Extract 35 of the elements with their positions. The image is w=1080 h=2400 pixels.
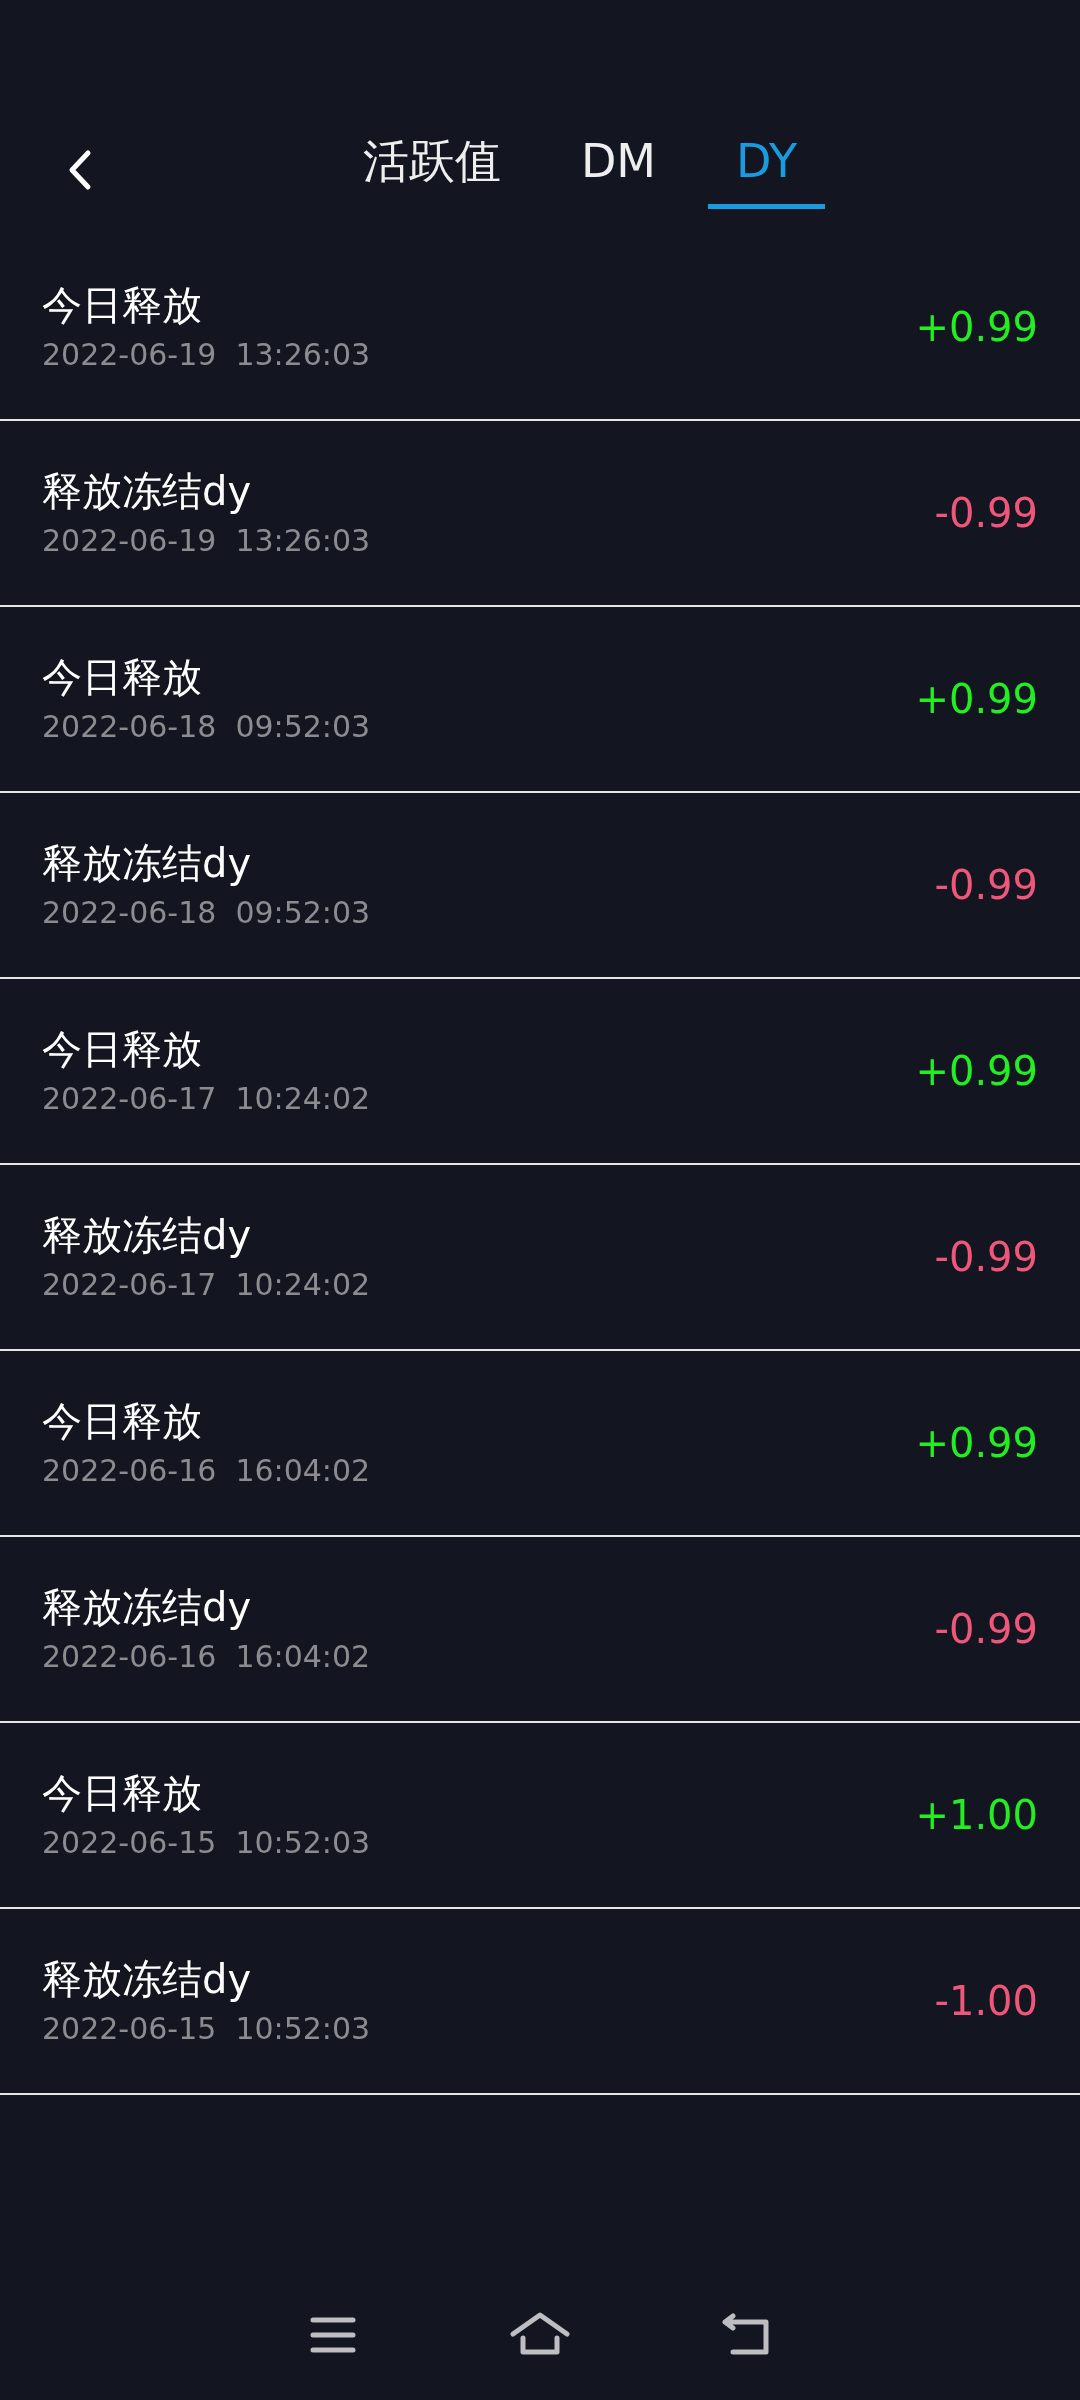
tab[interactable]: 活跃值	[334, 130, 529, 209]
record-amount: -0.99	[934, 862, 1038, 908]
record-time: 2022-06-18 09:52:03	[42, 708, 371, 746]
record-amount: -0.99	[934, 1606, 1038, 1652]
record-amount: +0.99	[915, 1420, 1038, 1466]
record-amount: +0.99	[915, 304, 1038, 350]
record-title: 今日释放	[42, 281, 203, 330]
record-title: 今日释放	[42, 1025, 203, 1074]
record-title: 今日释放	[42, 1397, 203, 1446]
record-title: 释放冻结dy	[42, 1211, 253, 1260]
record-title: 今日释放	[42, 1769, 203, 1818]
record-title: 今日释放	[42, 653, 203, 702]
record-time: 2022-06-15 10:52:03	[42, 2010, 371, 2048]
record-time: 2022-06-17 10:24:02	[42, 1266, 371, 1304]
record-time: 2022-06-19 13:26:03	[42, 336, 371, 374]
record-title: 释放冻结dy	[42, 1583, 253, 1632]
menu-icon	[310, 2315, 357, 2355]
record-amount: +1.00	[915, 1792, 1038, 1838]
record-title: 释放冻结dy	[42, 467, 253, 516]
record-time: 2022-06-17 10:24:02	[42, 1080, 371, 1118]
record-time: 2022-06-18 09:52:03	[42, 894, 371, 932]
record-time: 2022-06-15 10:52:03	[42, 1824, 371, 1862]
tab[interactable]: DY	[708, 130, 826, 209]
record-time: 2022-06-19 13:26:03	[42, 522, 371, 560]
record-amount: +0.99	[915, 1048, 1038, 1094]
record-title: 释放冻结dy	[42, 1955, 253, 2004]
record-amount: -0.99	[934, 1234, 1038, 1280]
record-amount: -0.99	[934, 490, 1038, 536]
record-time: 2022-06-16 16:04:02	[42, 1452, 371, 1490]
record-time: 2022-06-16 16:04:02	[42, 1638, 371, 1676]
record-title: 释放冻结dy	[42, 839, 253, 888]
home-icon	[510, 2312, 570, 2358]
record-amount: -1.00	[934, 1978, 1038, 2024]
record-amount: +0.99	[915, 676, 1038, 722]
tab[interactable]: DM	[552, 130, 685, 209]
